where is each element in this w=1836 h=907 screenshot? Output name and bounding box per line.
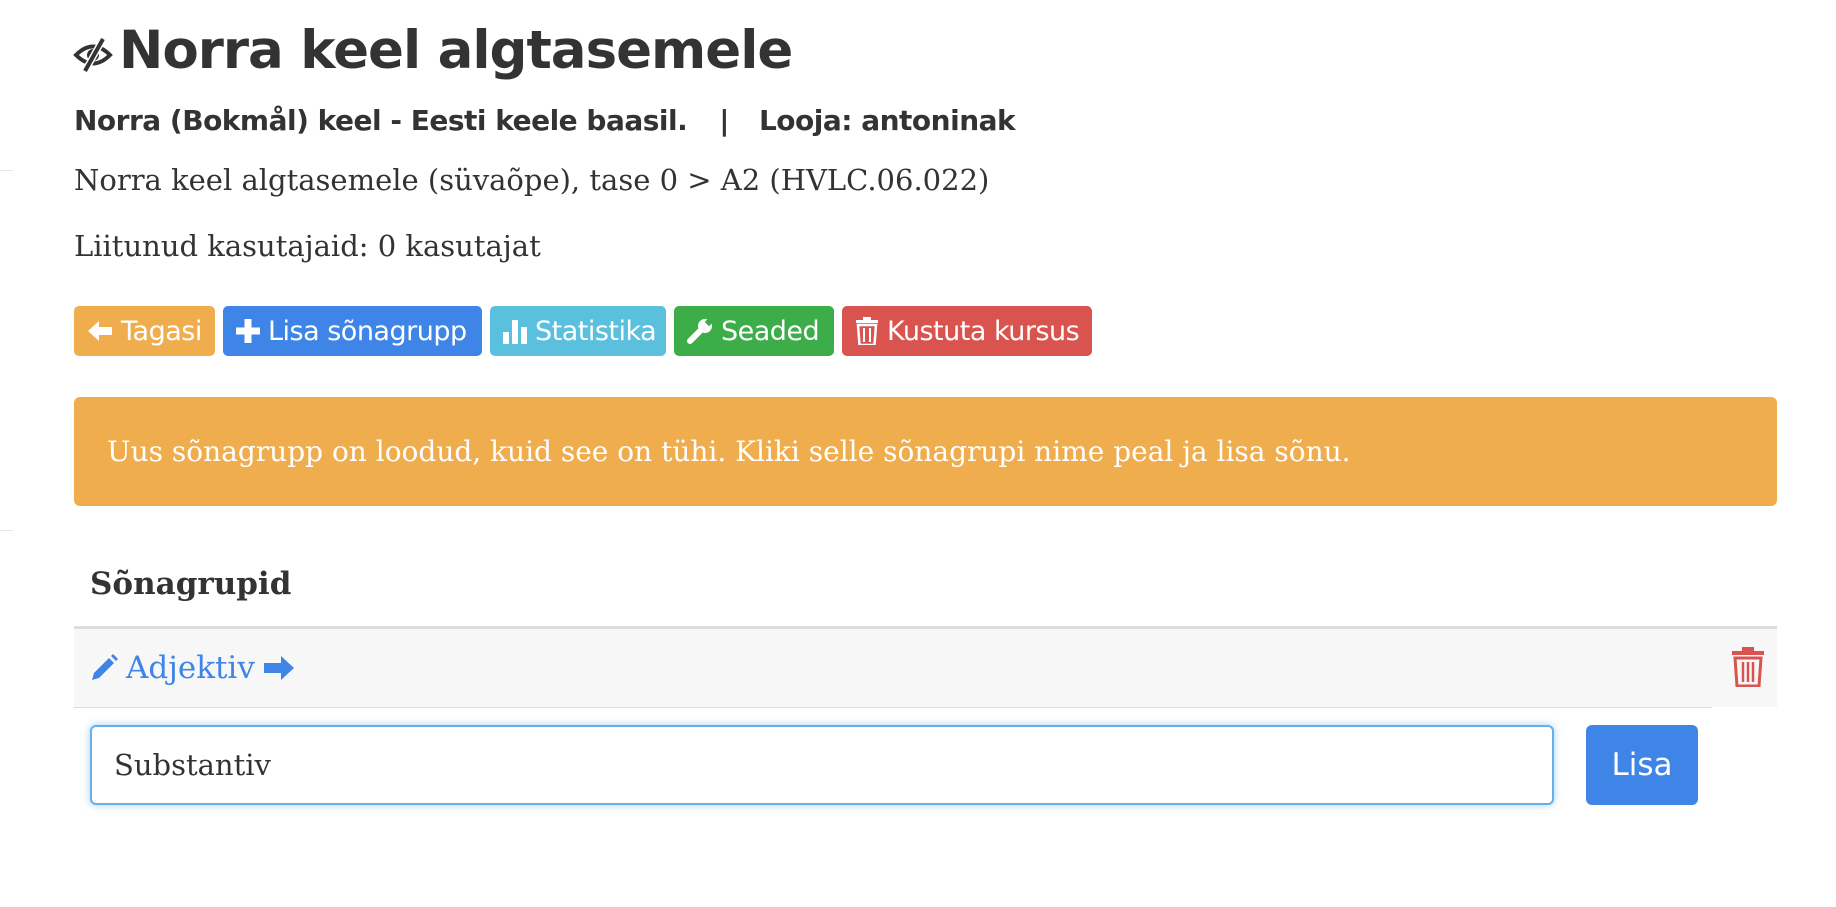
pencil-icon: [92, 654, 118, 680]
add-word-group-button[interactable]: Lisa sõnagrupp: [223, 306, 482, 356]
language-pair: Norra (Bokmål) keel - Eesti keele baasil…: [74, 103, 688, 137]
course-creator: Looja: antoninak: [758, 103, 1016, 137]
word-groups-header: Sõnagrupid: [90, 566, 292, 602]
alert-message: Uus sõnagrupp on loodud, kuid see on tüh…: [107, 435, 1351, 468]
trash-icon: [856, 317, 878, 345]
bar-chart-icon: [503, 320, 527, 344]
wrench-icon: [687, 318, 713, 344]
arrow-left-icon: [88, 321, 112, 341]
add-word-group-label: Lisa sõnagrupp: [268, 315, 467, 347]
word-group-link[interactable]: Adjektiv: [90, 643, 295, 693]
new-group-name-input[interactable]: [90, 725, 1554, 805]
arrow-right-icon: [263, 656, 294, 680]
page-title: Norra keel algtasemele: [73, 16, 793, 84]
word-group-name: Adjektiv: [126, 650, 255, 686]
delete-course-button[interactable]: Kustuta kursus: [842, 306, 1092, 356]
row-divider: [74, 707, 1712, 708]
back-button[interactable]: Tagasi: [74, 306, 215, 356]
eye-slash-icon[interactable]: [73, 33, 113, 73]
delete-course-label: Kustuta kursus: [887, 315, 1080, 347]
left-edge-rule: [0, 170, 13, 171]
settings-button[interactable]: Seaded: [674, 306, 834, 356]
subtitle-separator: |: [719, 103, 729, 137]
course-title: Norra keel algtasemele: [119, 19, 793, 81]
back-button-label: Tagasi: [121, 315, 202, 347]
statistics-label: Statistika: [535, 315, 657, 347]
settings-label: Seaded: [721, 315, 820, 347]
statistics-button[interactable]: Statistika: [490, 306, 666, 356]
joined-users-count: Liitunud kasutajaid: 0 kasutajat: [74, 229, 541, 263]
add-group-submit-button[interactable]: Lisa: [1586, 725, 1698, 805]
empty-group-alert: Uus sõnagrupp on loodud, kuid see on tüh…: [74, 397, 1777, 506]
course-subtitle: Norra (Bokmål) keel - Eesti keele baasil…: [74, 100, 1016, 140]
course-toolbar: Tagasi Lisa sõnagrupp Statistika Seaded: [74, 306, 1092, 356]
left-edge-rule: [0, 530, 13, 531]
table-row: Adjektiv: [74, 629, 1777, 707]
plus-icon: [236, 319, 260, 343]
trash-icon[interactable]: [1731, 647, 1765, 687]
course-description: Norra keel algtasemele (süvaõpe), tase 0…: [74, 163, 990, 197]
